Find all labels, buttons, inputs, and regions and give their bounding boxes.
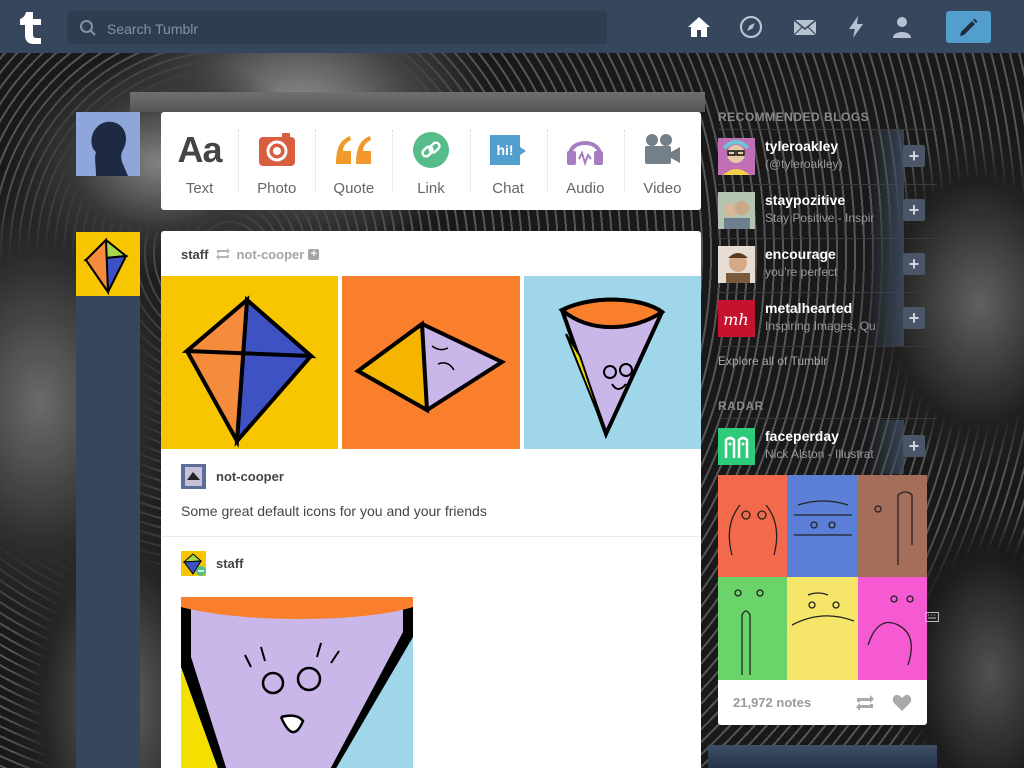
background-band: [130, 92, 705, 112]
faceperday-avatar[interactable]: [718, 428, 755, 465]
tumblr-logo-icon[interactable]: [14, 8, 52, 46]
inbox-mail-icon[interactable]: [792, 14, 818, 40]
trail-caption: Some great default icons for you and you…: [181, 503, 487, 519]
video-camera-icon: [645, 134, 681, 164]
radar-blog-item[interactable]: faceperday Nick Alston - Illustrat +: [718, 420, 937, 474]
follow-plus-button[interactable]: +: [903, 307, 925, 329]
keyboard-shortcuts-icon[interactable]: [925, 610, 939, 624]
follow-plus-icon[interactable]: +: [308, 248, 320, 260]
encourage-avatar[interactable]: [718, 246, 755, 283]
post-type-label: Chat: [492, 180, 524, 197]
search-box[interactable]: [67, 11, 607, 46]
follow-plus-button[interactable]: +: [903, 253, 925, 275]
post-type-video[interactable]: Video: [623, 112, 701, 210]
fade-overlay: [868, 292, 904, 346]
recommended-blog-item[interactable]: tyleroakley (@tyleroakley) +: [718, 130, 937, 184]
tyleroakley-avatar[interactable]: [718, 138, 755, 175]
explore-compass-icon[interactable]: [738, 14, 764, 40]
svg-text:hi!: hi!: [497, 142, 514, 158]
fade-overlay: [868, 420, 904, 474]
trail-blog-name[interactable]: not-cooper: [216, 469, 284, 484]
post-blog-name[interactable]: staff: [181, 247, 208, 262]
fade-overlay: [868, 130, 904, 184]
reblog-icon: [216, 248, 231, 260]
recommended-blog-name[interactable]: encourage: [765, 246, 836, 262]
not-cooper-avatar[interactable]: [181, 464, 206, 489]
photoset-image-2[interactable]: [342, 276, 520, 449]
headphones-icon: [567, 141, 604, 167]
post-type-chat[interactable]: hi! Chat: [469, 112, 547, 210]
post-header: staff not-cooper +: [181, 246, 320, 262]
recommended-blogs-heading: RECOMMENDED BLOGS: [718, 110, 870, 124]
search-input[interactable]: [105, 11, 599, 46]
radar-blog-name[interactable]: faceperday: [765, 428, 839, 444]
post-type-audio[interactable]: Audio: [546, 112, 624, 210]
radar-post-card: 21,972 notes: [718, 475, 927, 725]
quote-icon: [335, 136, 371, 164]
follow-plus-button[interactable]: +: [903, 145, 925, 167]
reblog-icon[interactable]: [854, 694, 876, 712]
recommended-blog-name[interactable]: tyleroakley: [765, 138, 838, 154]
account-person-icon[interactable]: [889, 14, 915, 40]
post-body-image[interactable]: [181, 597, 413, 768]
radar-heading: RADAR: [718, 399, 764, 413]
post-type-text[interactable]: Aa Text: [161, 112, 238, 210]
kite-avatar-icon: [76, 232, 140, 296]
photoset-image-3[interactable]: [524, 276, 701, 449]
text-aa-icon: Aa: [177, 129, 223, 170]
photoset-image-1[interactable]: [161, 276, 338, 449]
follow-plus-button[interactable]: +: [903, 435, 925, 457]
divider: [718, 346, 937, 347]
staypozitive-avatar[interactable]: [718, 192, 755, 229]
post-type-label: Audio: [566, 180, 605, 197]
user-avatar[interactable]: [76, 112, 140, 176]
sidebar-footer-strip: [708, 745, 937, 768]
post-type-link[interactable]: Link: [392, 112, 469, 210]
post-avatar-column: [76, 232, 140, 768]
post-type-label: Video: [643, 180, 682, 197]
post-type-label: Text: [185, 180, 214, 197]
home-icon[interactable]: [686, 14, 712, 40]
post-type-label: Link: [417, 180, 445, 197]
trail-blog-name[interactable]: staff: [216, 556, 243, 571]
recommended-blog-item[interactable]: encourage you're perfect +: [718, 238, 937, 292]
radar-post-image[interactable]: [718, 475, 927, 680]
follow-plus-button[interactable]: +: [903, 199, 925, 221]
recommended-blog-name[interactable]: metalhearted: [765, 300, 852, 316]
notes-count[interactable]: 21,972 notes: [733, 695, 811, 710]
staff-avatar[interactable]: [181, 551, 206, 576]
compose-post-button[interactable]: [946, 11, 991, 43]
reblog-trail-item: staff: [161, 536, 701, 768]
reblogged-from-name[interactable]: not-cooper: [236, 247, 304, 262]
metalhearted-avatar[interactable]: mh: [718, 300, 755, 337]
divider: [718, 418, 937, 419]
dashboard-post: staff not-cooper + not-cooper Some great…: [161, 231, 701, 768]
camera-icon: [258, 133, 295, 166]
post-type-label: Photo: [257, 180, 297, 197]
post-type-selector: Aa Text Photo Quote Link hi! Chat Audio …: [161, 112, 701, 210]
link-icon: [412, 132, 449, 168]
reblog-trail-item: not-cooper Some great default icons for …: [161, 449, 701, 537]
activity-lightning-icon[interactable]: [843, 14, 869, 40]
search-icon: [80, 20, 96, 36]
svg-text:mh: mh: [723, 310, 748, 329]
recommended-blog-item[interactable]: mh metalhearted Inspiring Images, Qu +: [718, 292, 937, 346]
staff-blog-avatar[interactable]: [76, 232, 140, 296]
recommended-blog-name[interactable]: staypozitive: [765, 192, 845, 208]
post-type-photo[interactable]: Photo: [238, 112, 315, 210]
chat-bubble-icon: hi!: [490, 135, 527, 165]
post-type-label: Quote: [333, 180, 375, 197]
post-type-quote[interactable]: Quote: [315, 112, 392, 210]
pencil-icon: [960, 18, 978, 36]
fade-overlay: [868, 238, 904, 292]
fade-overlay: [868, 184, 904, 238]
photoset[interactable]: [161, 276, 701, 449]
top-navigation-bar: [0, 0, 1024, 53]
like-heart-icon[interactable]: [892, 694, 912, 712]
silhouette-avatar-icon: [76, 112, 140, 176]
recommended-blog-item[interactable]: staypozitive Stay Positive - Inspir +: [718, 184, 937, 238]
explore-all-link[interactable]: Explore all of Tumblr: [718, 354, 827, 368]
